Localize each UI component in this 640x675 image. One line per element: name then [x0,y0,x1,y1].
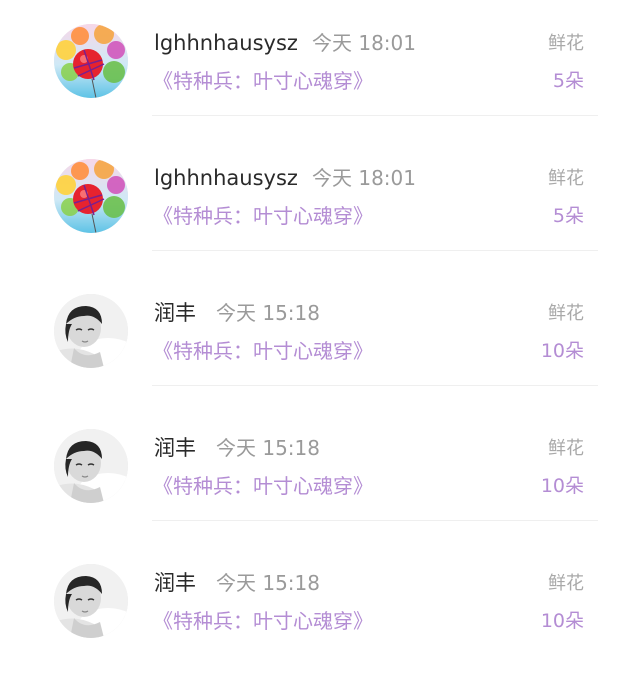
list-item[interactable]: 润丰 今天 15:18 《特种兵：叶寸心魂穿》 鲜花 10朵 [0,540,640,675]
divider [152,250,598,251]
divider [152,520,598,521]
avatar[interactable] [54,159,128,233]
timestamp: 今天 18:01 [312,31,416,55]
gift-count: 5朵 [552,70,584,92]
portrait-avatar-image [54,564,128,638]
list-item[interactable]: 润丰 今天 15:18 《特种兵：叶寸心魂穿》 鲜花 10朵 [0,270,640,405]
timestamp: 今天 18:01 [312,166,416,190]
gift-type-label: 鲜花 [548,573,584,594]
gift-count: 10朵 [540,610,584,632]
user-name[interactable]: 润丰 [154,433,196,463]
book-title-link[interactable]: 《特种兵：叶寸心魂穿》 [153,471,373,501]
user-name[interactable]: 润丰 [154,568,196,598]
divider [152,115,598,116]
balloons-avatar-image [54,159,128,233]
book-title-link[interactable]: 《特种兵：叶寸心魂穿》 [153,336,373,366]
portrait-avatar-image [54,294,128,368]
gift-count: 10朵 [540,475,584,497]
avatar[interactable] [54,429,128,503]
gift-record-list: lghhnhausysz 今天 18:01 《特种兵：叶寸心魂穿》 鲜花 5朵 [0,0,640,675]
list-item[interactable]: 润丰 今天 15:18 《特种兵：叶寸心魂穿》 鲜花 10朵 [0,405,640,540]
avatar[interactable] [54,294,128,368]
book-title-link[interactable]: 《特种兵：叶寸心魂穿》 [153,201,373,231]
gift-type-label: 鲜花 [548,168,584,189]
avatar[interactable] [54,24,128,98]
book-title-link[interactable]: 《特种兵：叶寸心魂穿》 [153,66,373,96]
user-name[interactable]: lghhnhausysz [154,28,298,58]
list-item[interactable]: lghhnhausysz 今天 18:01 《特种兵：叶寸心魂穿》 鲜花 5朵 [0,0,640,135]
gift-type-label: 鲜花 [548,33,584,54]
balloons-avatar-image [54,24,128,98]
list-item[interactable]: lghhnhausysz 今天 18:01 《特种兵：叶寸心魂穿》 鲜花 5朵 [0,135,640,270]
book-title-link[interactable]: 《特种兵：叶寸心魂穿》 [153,606,373,636]
gift-type-label: 鲜花 [548,303,584,324]
timestamp: 今天 15:18 [216,571,320,595]
user-name[interactable]: 润丰 [154,298,196,328]
portrait-avatar-image [54,429,128,503]
avatar[interactable] [54,564,128,638]
divider [152,385,598,386]
gift-count: 5朵 [552,205,584,227]
gift-count: 10朵 [540,340,584,362]
user-name[interactable]: lghhnhausysz [154,163,298,193]
gift-type-label: 鲜花 [548,438,584,459]
timestamp: 今天 15:18 [216,436,320,460]
timestamp: 今天 15:18 [216,301,320,325]
